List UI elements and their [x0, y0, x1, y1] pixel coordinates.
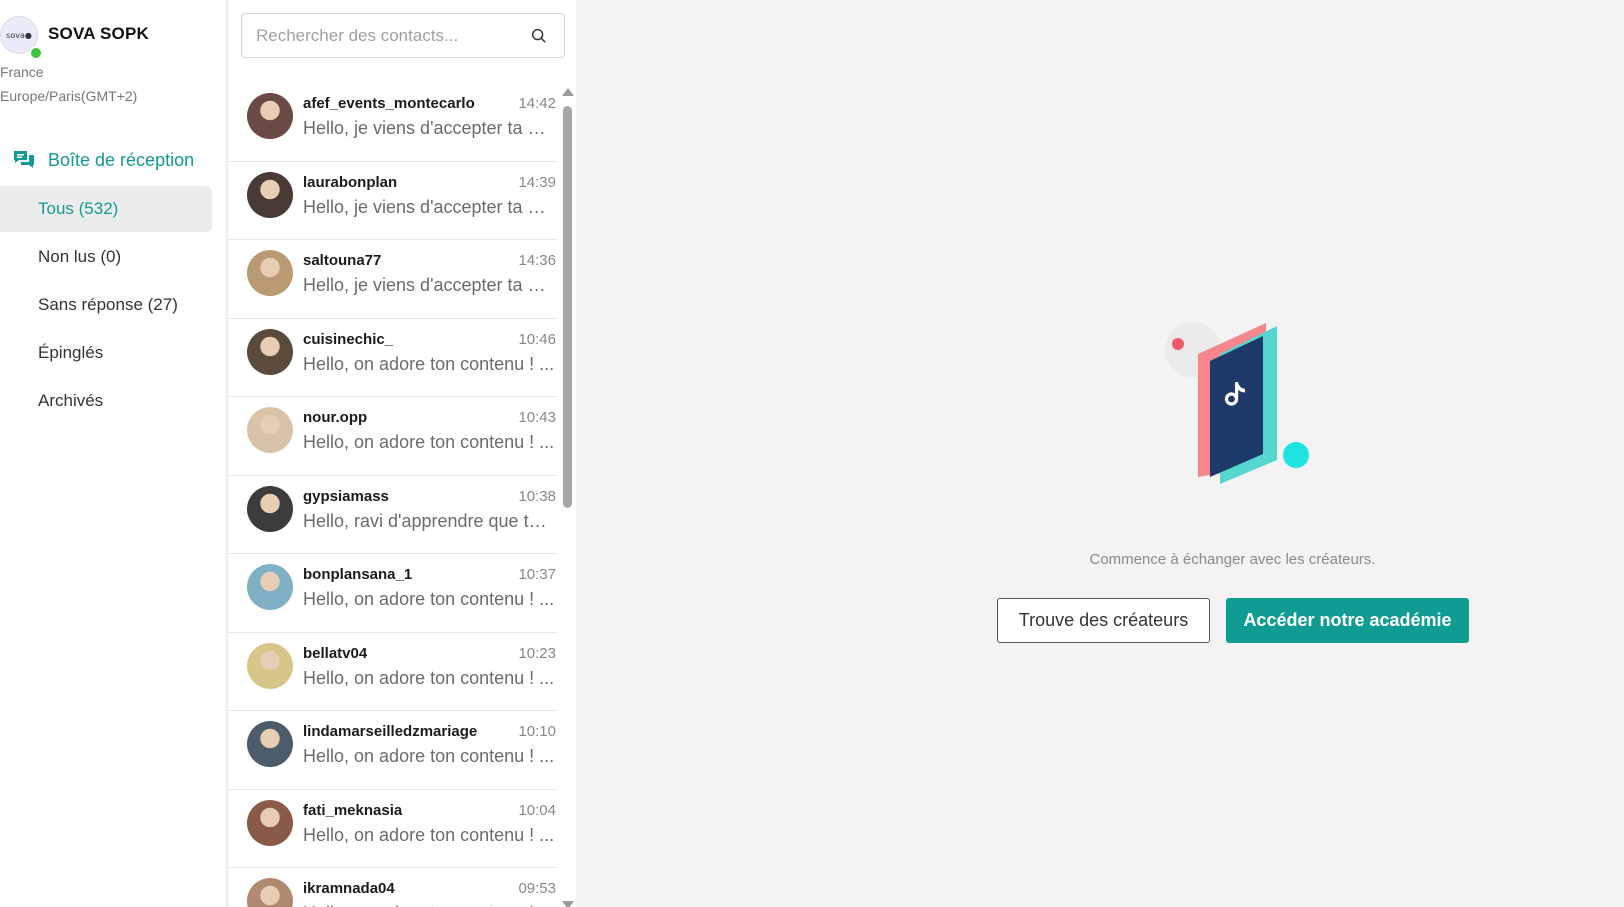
contact-time: 14:42 [518, 95, 556, 112]
contact-row[interactable]: bellatv04 10:23 Hello, on adore ton conten… [228, 633, 558, 711]
online-status-dot [29, 46, 43, 60]
contact-time: 10:43 [518, 409, 556, 426]
filter-pinned[interactable]: Épinglés [0, 330, 212, 376]
contact-name: gypsiamass [303, 487, 389, 505]
scroll-thumb[interactable] [563, 106, 572, 508]
inbox-filters: Tous (532) Non lus (0) Sans réponse (27)… [0, 186, 212, 426]
contact-time: 09:53 [518, 880, 556, 897]
contact-name: bonplansana_1 [303, 566, 413, 583]
contact-time: 10:38 [518, 487, 556, 505]
profile-name: SOVA SOPK [48, 24, 149, 43]
contact-name: ikramnada04 [303, 880, 395, 897]
contact-last-message: Hello, je viens d'accepter ta demande... [303, 196, 555, 217]
sidebar: sova● SOVA SOPK France Europe/Paris(GMT+… [0, 0, 227, 907]
contact-row[interactable]: lindamarseilledzmariage 10:10 Hello, on ad… [228, 711, 558, 790]
contact-row[interactable]: bonplansana_1 10:37 Hello, on adore ton co… [228, 554, 558, 633]
contact-time: 14:36 [518, 252, 556, 269]
contact-avatar [247, 171, 293, 218]
scrollbar[interactable] [560, 84, 574, 907]
filter-archived[interactable]: Archivés [0, 378, 212, 424]
search-icon[interactable] [530, 27, 548, 45]
contact-last-message: Hello, ravi d'apprendre que tu ... [303, 510, 555, 531]
contact-avatar [247, 93, 293, 139]
find-creators-button[interactable]: Trouve des créateurs [997, 598, 1210, 643]
empty-state-text: Commence à échanger avec les créateurs. [1089, 551, 1376, 568]
contact-name: lindamarseilledzmariage [303, 723, 478, 740]
contact-row[interactable]: ikramnada04 09:53 Hello, on adore ton cont… [228, 868, 558, 907]
contact-name: nour.opp [303, 409, 368, 426]
contact-last-message: Hello, on adore ton contenu ! ... [303, 903, 555, 907]
contact-avatar [247, 799, 293, 846]
contact-row[interactable]: fati_meknasia 10:04 Hello, on adore ton co… [228, 790, 558, 868]
contact-name: afef_events_montecarlo [303, 95, 475, 112]
contact-last-message: Hello, on adore ton contenu ! ... [303, 667, 555, 688]
contact-avatar [247, 328, 293, 375]
search-box [241, 13, 565, 58]
contact-list: afef_events_montecarlo 14:42 Hello, je vie… [228, 83, 558, 907]
contact-avatar [247, 878, 293, 907]
inbox-header[interactable]: Boîte de réception [12, 148, 194, 172]
contact-row[interactable]: nour.opp 10:43 Hello, on adore ton contenu… [228, 397, 558, 476]
contact-name: cuisinechic_ [303, 330, 394, 348]
tiktok-phone-icon [1165, 322, 1309, 484]
contact-avatar [247, 485, 293, 532]
contact-row[interactable]: cuisinechic_ 10:46 Hello, on adore ton con… [228, 319, 558, 397]
contact-last-message: Hello, on adore ton contenu ! ... [303, 353, 555, 374]
contact-avatar [247, 721, 293, 767]
contact-avatar [247, 642, 293, 689]
contact-avatar [247, 250, 293, 296]
contact-last-message: Hello, on adore ton contenu ! ... [303, 746, 555, 766]
search-input[interactable] [256, 24, 516, 48]
filter-unanswered[interactable]: Sans réponse (27) [0, 282, 212, 328]
profile-timezone: Europe/Paris(GMT+2) [0, 88, 138, 104]
contact-time: 10:37 [518, 566, 556, 583]
inbox-title: Boîte de réception [48, 149, 195, 170]
contact-time: 14:39 [518, 173, 556, 191]
contact-avatar [247, 407, 293, 453]
contact-last-message: Hello, on adore ton contenu ! ... [303, 432, 555, 452]
contact-row[interactable]: laurabonplan 14:39 Hello, je viens d'accep… [228, 162, 558, 240]
contact-last-message: Hello, on adore ton contenu ! ... [303, 824, 555, 845]
filter-unread[interactable]: Non lus (0) [0, 234, 212, 280]
contact-avatar [247, 564, 293, 610]
contact-last-message: Hello, je viens d'accepter ta demande... [303, 275, 555, 295]
scroll-down-arrow-icon[interactable] [562, 901, 574, 907]
contact-time: 10:04 [518, 801, 556, 819]
contact-time: 10:23 [518, 644, 556, 662]
contact-last-message: Hello, je viens d'accepter ta demande... [303, 118, 555, 138]
scroll-up-arrow-icon[interactable] [562, 88, 574, 96]
chat-bubbles-icon [14, 151, 34, 168]
filter-all[interactable]: Tous (532) [0, 186, 212, 232]
contact-time: 10:10 [518, 723, 556, 740]
contact-time: 10:46 [518, 330, 556, 348]
contact-name: bellatv04 [303, 644, 368, 662]
contact-row[interactable]: afef_events_montecarlo 14:42 Hello, je vie… [228, 83, 558, 162]
academy-button[interactable]: Accéder notre académie [1226, 598, 1469, 643]
logo-text: sova● [6, 30, 32, 40]
profile-section: sova● SOVA SOPK France Europe/Paris(GMT+… [0, 0, 226, 140]
contact-row[interactable]: gypsiamass 10:38 Hello, ravi d'apprendre q… [228, 476, 558, 554]
profile-country: France [0, 64, 44, 80]
contact-name: fati_meknasia [303, 801, 403, 819]
contact-row[interactable]: saltouna77 14:36 Hello, je viens d'accepte… [228, 240, 558, 319]
contact-name: laurabonplan [303, 173, 398, 191]
contact-last-message: Hello, on adore ton contenu ! ... [303, 589, 555, 609]
contacts-panel: afef_events_montecarlo 14:42 Hello, je vie… [228, 0, 576, 907]
contact-name: saltouna77 [303, 252, 382, 269]
